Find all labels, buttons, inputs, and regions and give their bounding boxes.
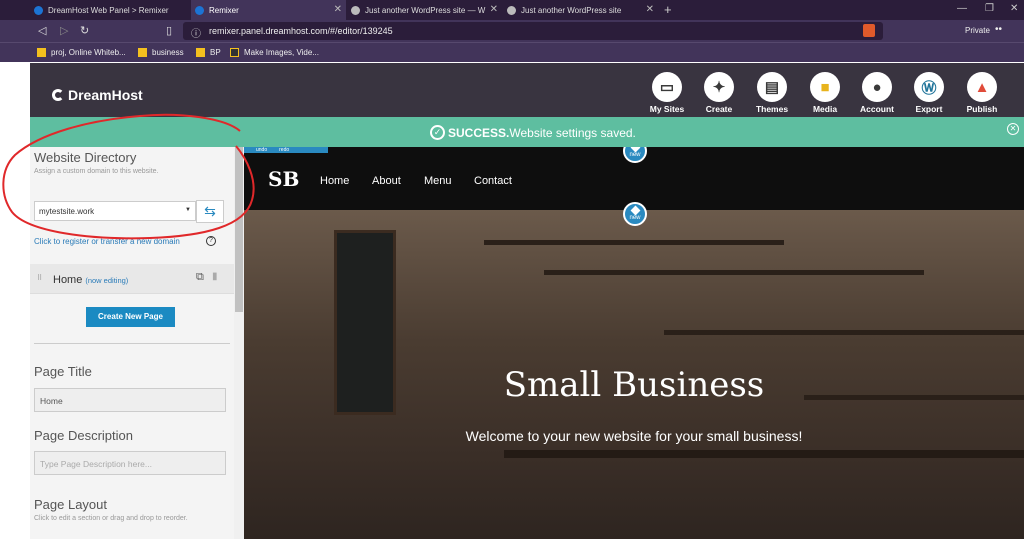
back-icon[interactable]: ◁	[38, 24, 46, 37]
website-directory-heading: Website Directory	[34, 150, 137, 165]
tab-dreamhost-panel[interactable]: DreamHost Web Panel > Remixer	[30, 0, 190, 20]
bookmark-icon[interactable]: ▯	[166, 24, 172, 37]
settings-sidebar: Website Directory Assign a custom domain…	[30, 147, 244, 539]
chevron-down-icon: ▼	[185, 207, 191, 213]
success-banner: ✓ SUCCESS. Website settings saved. ✕	[30, 117, 1024, 147]
domain-select[interactable]: mytestsite.work ▼	[34, 201, 196, 221]
toolbar-create[interactable]: ✦ Create	[697, 72, 741, 114]
success-message: ✓ SUCCESS. Website settings saved.	[430, 125, 636, 140]
sync-domain-button[interactable]: ⇆	[196, 200, 224, 223]
add-section-new-badge[interactable]: new	[623, 202, 647, 226]
globe-icon	[507, 5, 516, 15]
minimize-icon[interactable]: —	[957, 3, 967, 14]
rocket-icon: ▲	[967, 72, 997, 102]
bookmark-item[interactable]: proj, Online Whiteb...	[37, 48, 126, 57]
magic-wand-icon: ✦	[704, 72, 734, 102]
close-tab-icon[interactable]: ✕	[334, 4, 342, 15]
private-glasses-icon: ••	[995, 24, 1003, 35]
sp-icon	[230, 48, 239, 57]
counter-decor	[504, 450, 1024, 458]
page-layout-hint: Click to edit a section or drag and drop…	[34, 515, 188, 522]
address-bar[interactable]: ⓘ remixer.panel.dreamhost.com/#/editor/1…	[183, 22, 883, 40]
directory-hint: Assign a custom domain to this website.	[34, 168, 159, 175]
tab-wordpress-1[interactable]: Just another WordPress site — W ✕	[347, 0, 502, 20]
site-logo[interactable]: SB	[268, 167, 299, 191]
dreamhost-logo[interactable]: DreamHost	[52, 87, 143, 103]
close-tab-icon[interactable]: ✕	[646, 4, 654, 15]
app-header: DreamHost ▭ My Sites ✦ Create ▤ Themes ■ Med…	[30, 63, 1024, 117]
copy-icon[interactable]: ⧉	[196, 271, 204, 284]
page-description-input[interactable]: Type Page Description here...	[34, 451, 226, 475]
folder-icon	[196, 48, 205, 57]
reload-icon[interactable]: ↻	[80, 24, 89, 37]
site-nav-contact[interactable]: Contact	[474, 175, 512, 187]
create-new-page-button[interactable]: Create New Page	[86, 307, 175, 327]
private-label: Private	[965, 26, 990, 35]
shelf-decor	[544, 270, 924, 275]
toolbar-publish[interactable]: ▲ Publish	[960, 72, 1004, 114]
brave-shield-icon[interactable]	[863, 24, 875, 37]
checkmark-icon: ✓	[430, 125, 445, 140]
trash-icon[interactable]: ▮	[212, 271, 218, 282]
browser-window-icon: ▭	[652, 72, 682, 102]
undo-redo-bar[interactable]: undo redo	[244, 147, 328, 153]
forward-icon[interactable]: ▷	[60, 24, 68, 37]
site-nav-menu[interactable]: Menu	[424, 175, 452, 187]
toolbar-export[interactable]: Ⓦ Export	[907, 72, 951, 114]
info-icon: ⓘ	[191, 29, 201, 40]
toolbar-themes[interactable]: ▤ Themes	[750, 72, 794, 114]
browser-tab-bar: DreamHost Web Panel > Remixer Remixer ✕ …	[0, 0, 1024, 20]
close-tab-icon[interactable]: ✕	[490, 4, 498, 15]
site-nav-about[interactable]: About	[372, 175, 401, 187]
register-domain-link[interactable]: Click to register or transfer a new doma…	[34, 237, 180, 246]
redo-button[interactable]: redo	[279, 147, 289, 153]
wordpress-icon: Ⓦ	[914, 72, 944, 102]
divider	[34, 343, 230, 344]
tab-remixer[interactable]: Remixer ✕	[191, 0, 346, 20]
refresh-icon: ⇆	[204, 203, 216, 219]
folder-icon: ■	[810, 72, 840, 102]
dreamhost-favicon-icon	[34, 5, 43, 15]
page-list-item[interactable]: ⠿ Home (now editing) ⧉ ▮	[30, 264, 234, 294]
toolbar-account[interactable]: ● Account	[855, 72, 899, 114]
bookmarks-bar: proj, Online Whiteb... business BP Make …	[0, 42, 1024, 62]
folder-icon	[138, 48, 147, 57]
bookmark-item[interactable]: Make Images, Vide...	[230, 48, 319, 57]
site-nav-home[interactable]: Home	[320, 175, 349, 187]
site-preview: undo redo SB Home About Menu Contact new …	[244, 147, 1024, 539]
shelf-decor	[484, 240, 784, 245]
page-description-label: Page Description	[34, 428, 133, 443]
page-layout-label: Page Layout	[34, 497, 108, 512]
shelf-decor	[664, 330, 1024, 335]
undo-button[interactable]: undo	[256, 147, 267, 153]
new-tab-icon[interactable]: +	[664, 2, 672, 17]
close-banner-icon[interactable]: ✕	[1007, 123, 1019, 135]
globe-icon	[351, 5, 360, 15]
hero-title[interactable]: Small Business	[244, 365, 1024, 405]
user-icon: ●	[862, 72, 892, 102]
dreamhost-moon-icon	[52, 89, 64, 101]
close-window-icon[interactable]: ✕	[1010, 3, 1018, 14]
toolbar-media[interactable]: ■ Media	[803, 72, 847, 114]
drag-handle-icon[interactable]: ⠿	[37, 274, 42, 282]
page-status: (now editing)	[85, 276, 129, 285]
toolbar-my-sites[interactable]: ▭ My Sites	[645, 72, 689, 114]
hero-subtitle[interactable]: Welcome to your new website for your sma…	[244, 428, 1024, 444]
bookmark-folder[interactable]: business	[138, 48, 184, 57]
tab-wordpress-2[interactable]: Just another WordPress site ✕	[503, 0, 658, 20]
whiteboard-icon	[37, 48, 46, 57]
browser-nav-bar: ◁ ▷ ↻ ▯ ⓘ remixer.panel.dreamhost.com/#/…	[0, 20, 1024, 42]
bookmark-folder[interactable]: BP	[196, 48, 221, 57]
url-text: remixer.panel.dreamhost.com/#/editor/139…	[209, 26, 393, 36]
maximize-icon[interactable]: ❐	[985, 3, 994, 14]
layout-icon: ▤	[757, 72, 787, 102]
page-name: Home (now editing)	[53, 274, 129, 286]
help-icon[interactable]: ?	[206, 236, 216, 246]
page-title-label: Page Title	[34, 364, 92, 379]
dreamhost-favicon-icon	[195, 5, 204, 15]
page-title-input[interactable]: Home	[34, 388, 226, 412]
scrollbar-thumb[interactable]	[235, 147, 243, 312]
